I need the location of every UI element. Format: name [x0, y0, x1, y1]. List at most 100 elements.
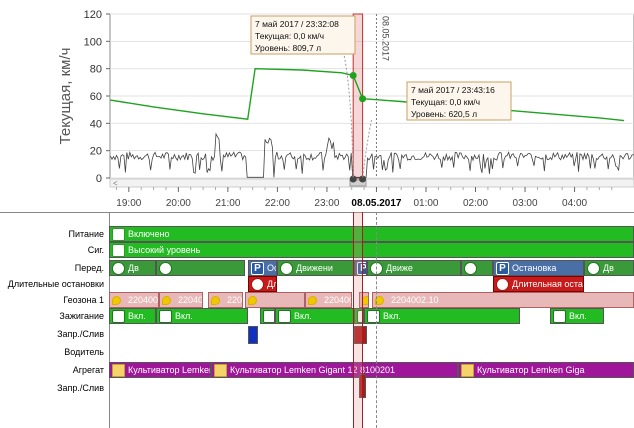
lane-bar[interactable]: Вкл. [550, 308, 604, 324]
lane-bar-label: 2204002.1 [324, 295, 351, 305]
lane-bar-label: Движе [386, 263, 413, 273]
scroll-left-arrow: < [113, 179, 118, 188]
x-tick-label: 19:00 [116, 198, 141, 209]
lane-bar-label: Ост [267, 263, 276, 273]
key-icon [263, 310, 274, 323]
key-icon [112, 310, 125, 323]
lane-bar[interactable]: Высокий уровень [109, 242, 634, 258]
lane-bar-label: Дли [267, 279, 276, 289]
lane-bar[interactable]: 2204002.1 [305, 292, 352, 308]
lane-bar[interactable]: 22040 [208, 292, 243, 308]
key-icon [553, 310, 566, 323]
lane-bar-label: Культиватор Lemken Gi [128, 365, 211, 375]
lane-bar[interactable]: Вкл. [109, 308, 156, 324]
lane-bar-label: Вкл. [175, 311, 193, 321]
timeline-lanes: Питание Включено Сиг. Высокий уровень Перeд.… [0, 212, 634, 428]
lane-bar-label: Остановка [512, 263, 557, 273]
lane-bar[interactable]: 2204002. [159, 292, 203, 308]
stop-icon [251, 278, 264, 291]
speed-chart[interactable]: 0 20 40 60 80 100 120 Текущая, км/ч <19:00 20:00 2… [0, 0, 634, 212]
folder-icon [461, 364, 474, 377]
lane-bar-label: 220400 [128, 295, 159, 305]
lane-label: Запр./Слив [57, 383, 104, 393]
level-point [349, 72, 357, 79]
y-tick-label: 80 [90, 64, 102, 76]
stop-icon [496, 278, 509, 291]
tooltip-line: Уровень: 809,7 л [255, 43, 321, 53]
folder-icon [214, 364, 227, 377]
lane-bar[interactable]: Включено [109, 226, 634, 242]
lane-label: Водитель [64, 347, 104, 357]
lane-bar[interactable]: Культиватор Lemken Giga [458, 362, 634, 378]
x-tick-label: 02:00 [463, 198, 488, 209]
lane-bar[interactable]: Вкл. [275, 308, 354, 324]
date-marker-label: 08.05.2017 [380, 16, 390, 61]
lane-label: Геозона 1 [63, 295, 104, 305]
lane-label: Питание [68, 229, 104, 239]
lane-label: Перeд. [74, 263, 104, 273]
lane-bar[interactable] [260, 308, 275, 324]
tooltip-line: Уровень: 620,5 л [411, 109, 477, 119]
x-tick-label: 23:00 [314, 198, 339, 209]
lane-label: Агрегат [72, 365, 104, 375]
lane-bar-label: Культиватор Lemken Giga [477, 365, 585, 375]
lane-bar-label: 22040 [227, 295, 243, 305]
lane-bar[interactable]: Дв [584, 260, 634, 276]
wheel-icon [464, 262, 477, 275]
chart-scrollbar [109, 178, 634, 188]
lane-bar[interactable]: Дв [109, 260, 156, 276]
lane-bar[interactable] [248, 326, 258, 344]
lane-bar[interactable]: Вкл. [364, 308, 520, 324]
lane-bar-label: Высокий уровень [128, 245, 201, 255]
wheel-icon [587, 262, 600, 275]
lane-label: Сиг. [87, 245, 104, 255]
x-tick-label: 08.05.2017 [351, 198, 401, 209]
level-point [359, 95, 367, 103]
key-icon [367, 310, 380, 323]
lane-bar[interactable] [461, 260, 493, 276]
y-tick-label: 0 [96, 173, 102, 185]
lane-bar[interactable]: P Остановка [493, 260, 584, 276]
tooltip: 7 май 2017 / 23:32:08 Текущая: 0,0 км/ч Ур… [250, 15, 356, 55]
lane-bar-label: 2204002.10 [391, 295, 439, 305]
lane-bar[interactable]: Движени [277, 260, 354, 276]
tooltip-line: 7 май 2017 / 23:32:08 [255, 19, 339, 29]
y-axis-label: Текущая, км/ч [57, 48, 74, 145]
lane-bar-label: Дв [603, 263, 614, 273]
lane-bar[interactable]: 2204002.10 [372, 292, 634, 308]
lane-bar-label: 2204002. [178, 295, 203, 305]
tooltip-line: Текущая: 0,0 км/ч [255, 31, 324, 41]
tooltip: 7 май 2017 / 23:43:16 Текущая: 0,0 км/ч Ур… [406, 81, 512, 121]
x-tick-label: 04:00 [562, 198, 587, 209]
lane-bar-label: Длительная остан [512, 279, 584, 289]
lanes-selection-band [353, 212, 363, 428]
x-tick-label: 22:00 [265, 198, 290, 209]
parking-icon: P [251, 262, 264, 275]
x-tick-label: 03:00 [513, 198, 538, 209]
x-tick-label: 21:00 [215, 198, 240, 209]
lane-bar[interactable]: Вкл. [156, 308, 248, 324]
lane-bar-label: Вкл. [128, 311, 146, 321]
lane-bar[interactable]: Движе [367, 260, 461, 276]
pin-icon [211, 296, 220, 305]
key-icon [159, 310, 172, 323]
pin-icon [112, 296, 121, 305]
lane-bar[interactable]: Культиватор Lemken Gigant 12 8100201 [211, 362, 458, 378]
lane-bar[interactable] [156, 260, 245, 276]
lane-bar[interactable]: Дли [248, 276, 277, 292]
key-icon [278, 310, 291, 323]
lane-bar[interactable]: Длительная остан [493, 276, 584, 292]
pin-icon [162, 296, 171, 305]
lane-bar-label: Культиватор Lemken Gigant 12 8100201 [230, 365, 396, 375]
lane-bar-label: Вкл. [383, 311, 401, 321]
wheel-icon [280, 262, 293, 275]
lane-bar-label: Движени [296, 263, 333, 273]
lane-label: Зажигание [59, 311, 104, 321]
lane-bar[interactable] [245, 292, 305, 308]
lane-bar[interactable]: 220400 [109, 292, 159, 308]
lanes-top-border [0, 212, 634, 213]
lane-bar[interactable]: Культиватор Lemken Gi [109, 362, 211, 378]
y-tick-label: 100 [84, 36, 102, 48]
lane-bar[interactable]: PОст [248, 260, 277, 276]
pin-icon [308, 296, 317, 305]
